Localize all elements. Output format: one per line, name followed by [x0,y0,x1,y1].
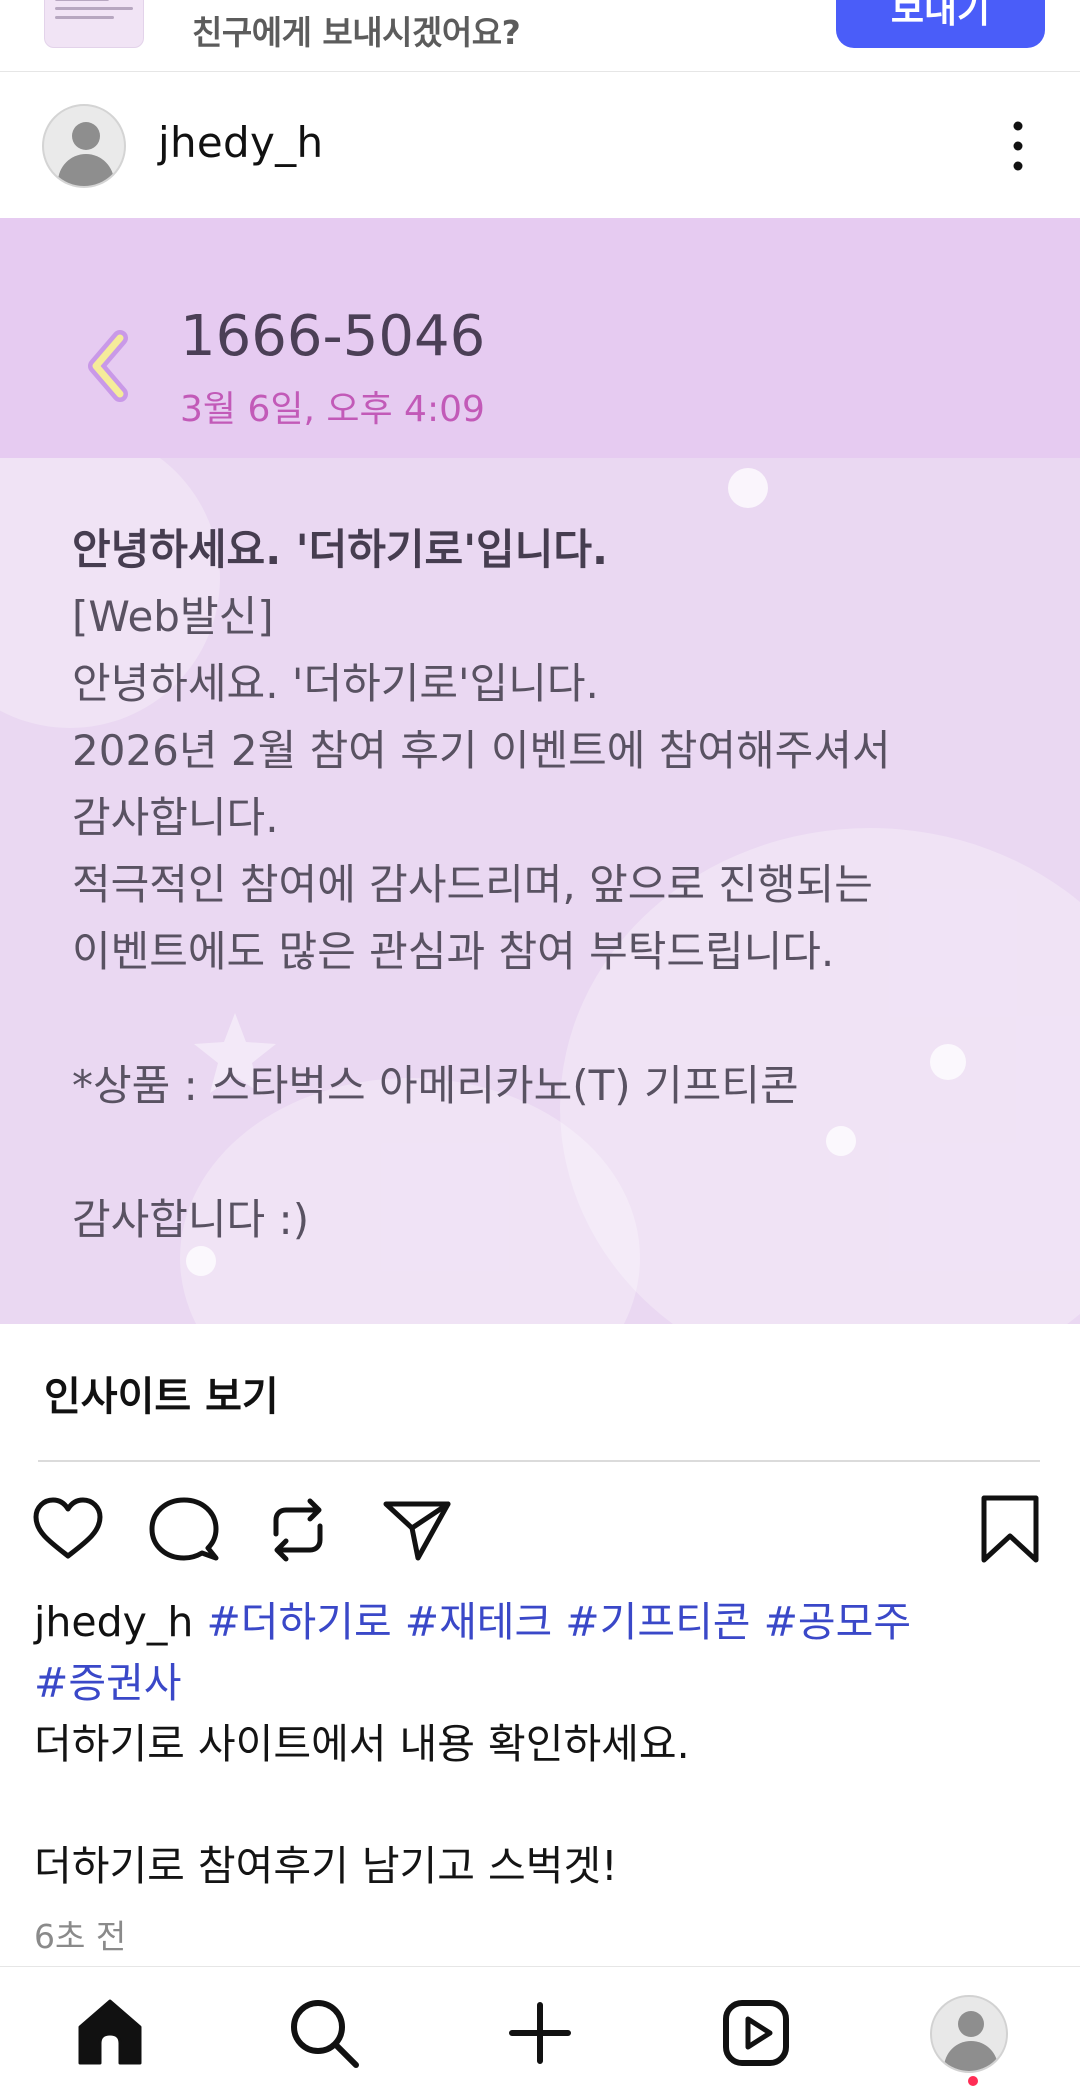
message-line [72,985,1032,1052]
profile-avatar[interactable] [930,1995,1008,2073]
create-icon[interactable] [500,1993,580,2073]
post-username[interactable]: jhedy_h [158,118,323,167]
send-button[interactable]: 보내기 [836,0,1045,48]
share-thumbnail [44,0,144,48]
caption-line: 더하기로 사이트에서 내용 확인하세요. [34,1720,690,1768]
comment-icon[interactable] [144,1490,224,1570]
notification-dot [968,2076,978,2086]
message-line: 안녕하세요. '더하기로'입니다. [72,525,608,574]
message-line: 적극적인 참여에 감사드리며, 앞으로 진행되는 [72,860,873,909]
avatar[interactable] [42,104,126,188]
hashtag[interactable]: #더하기로 [206,1598,391,1646]
message-body: 안녕하세요. '더하기로'입니다. [Web발신] 안녕하세요. '더하기로'입… [72,516,1032,1253]
message-line [72,1119,1032,1186]
hashtag[interactable]: #증권사 [34,1659,182,1707]
bookmark-icon[interactable] [970,1490,1050,1570]
message-header: 1666-5046 3월 6일, 오후 4:09 [0,218,1080,458]
home-icon[interactable] [70,1993,150,2073]
message-line: 이벤트에도 많은 관심과 참여 부탁드립니다. [72,927,835,976]
message-line: 감사합니다 :) [72,1195,310,1244]
message-line: 감사합니다. [72,793,279,842]
bottom-nav [0,1966,1080,2100]
sender-number: 1666-5046 [180,304,486,369]
repost-icon[interactable] [258,1490,338,1570]
sent-time: 3월 6일, 오후 4:09 [180,389,485,430]
post-image[interactable]: 1666-5046 3월 6일, 오후 4:09 안녕하세요. '더하기로'입니… [0,218,1080,1324]
post-caption: jhedy_h #더하기로 #재테크 #기프티콘 #공모주 #증권사 더하기로 … [34,1592,1054,1897]
caption-line [34,1775,1054,1836]
message-line: *상품 : 스타벅스 아메리카노(T) 기프티콘 [72,1061,799,1110]
post-timestamp: 6초 전 [34,1917,127,1956]
message-line: 2026년 2월 참여 후기 이벤트에 참여해주셔서 [72,726,891,775]
share-prompt: 친구에게 보내시겠어요? [192,13,521,52]
back-chevron-icon [88,330,128,402]
more-options-icon[interactable] [998,116,1038,176]
caption-username[interactable]: jhedy_h [34,1598,193,1646]
reels-icon[interactable] [716,1993,796,2073]
message-line: [Web발신] [72,592,274,641]
share-icon[interactable] [378,1490,458,1570]
divider [38,1460,1040,1462]
search-icon[interactable] [284,1993,364,2073]
share-banner: 친구에게 보내시겠어요? 보내기 [0,0,1080,72]
heart-icon[interactable] [28,1490,108,1570]
message-line: 안녕하세요. '더하기로'입니다. [72,659,599,708]
view-insights-link[interactable]: 인사이트 보기 [44,1364,279,1422]
hashtag[interactable]: #기프티콘 [565,1598,750,1646]
caption-line: 더하기로 참여후기 남기고 스벅겟! [34,1842,618,1890]
post-header: jhedy_h [0,72,1080,218]
hashtag[interactable]: #공모주 [764,1598,912,1646]
hashtag[interactable]: #재테크 [405,1598,553,1646]
